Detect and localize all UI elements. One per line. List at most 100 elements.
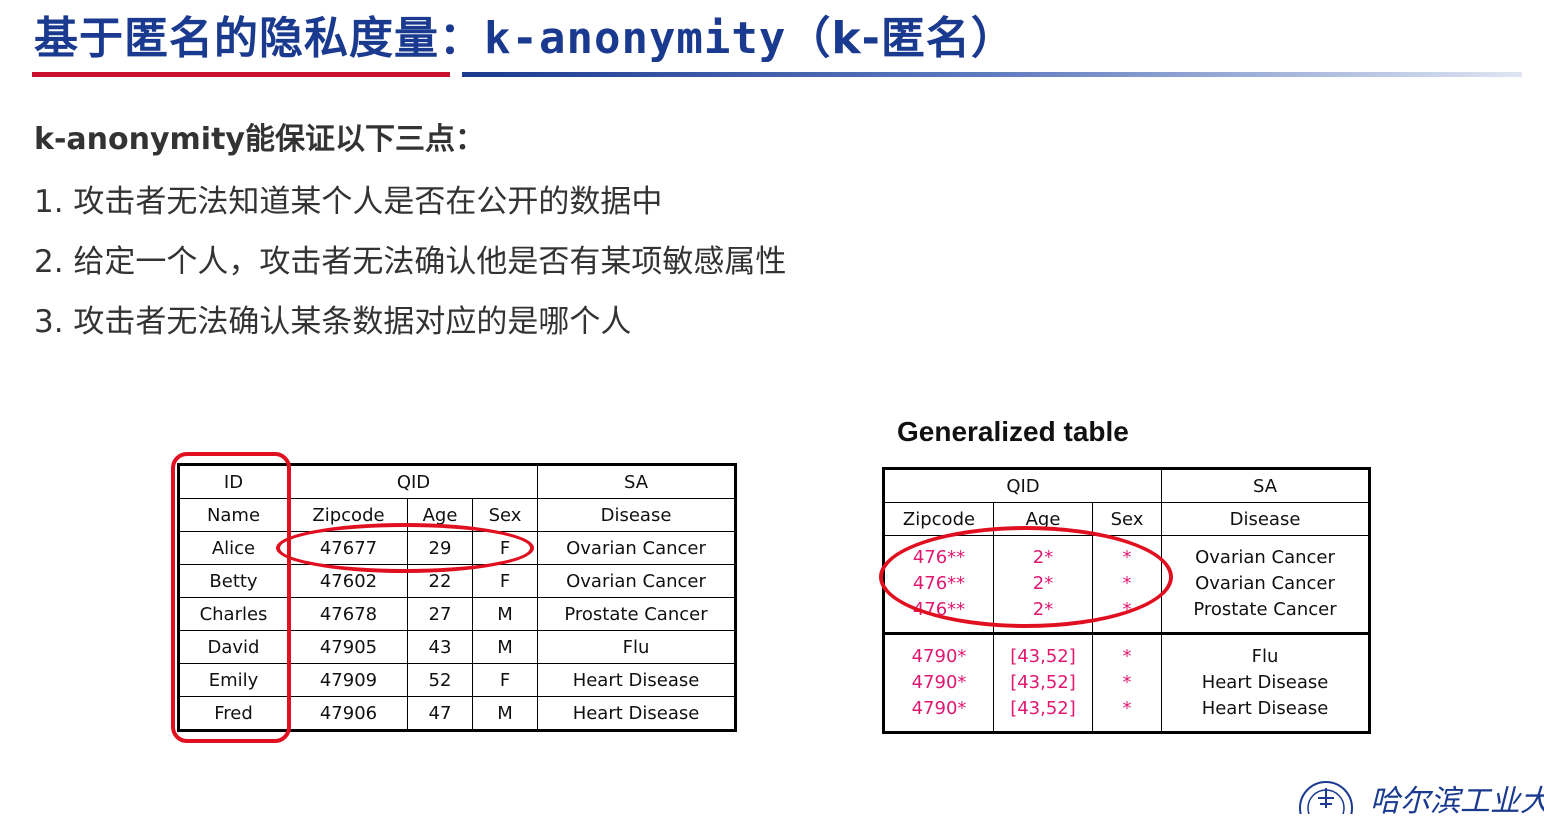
value: Flu <box>1251 646 1279 667</box>
generalized-table-title: Generalized table <box>897 416 1129 447</box>
cell-zipcode: 47602 <box>287 564 408 598</box>
cell-age: [43,52] [43,52] [43,52] <box>993 632 1093 734</box>
value: * <box>1122 573 1132 594</box>
university-name: 哈尔滨工业大学 <box>1370 784 1544 819</box>
value: [43,52] <box>1010 646 1076 667</box>
value: Heart Disease <box>1201 698 1329 719</box>
header-cell: Age <box>407 498 473 532</box>
university-seal-icon <box>1299 781 1353 814</box>
value: 476** <box>912 547 966 568</box>
cell-sex: F <box>472 531 538 565</box>
cell-sex: * * * <box>1092 632 1162 734</box>
value: 4790* <box>911 672 967 693</box>
header-cell: ID <box>177 463 289 499</box>
point-2: 2. 给定一个人，攻击者无法确认他是否有某项敏感属性 <box>34 244 787 280</box>
table-row: Emily 47909 52 F Heart Disease <box>177 663 737 697</box>
value: Prostate Cancer <box>1193 599 1337 620</box>
value: * <box>1122 547 1132 568</box>
title-underline-red <box>32 72 450 77</box>
title-underline-blue <box>462 72 1522 77</box>
title-mono: k-anonymity <box>484 13 787 64</box>
table-row: Alice 47677 29 F Ovarian Cancer <box>177 531 737 565</box>
cell-age: 2* 2* 2* <box>993 535 1093 634</box>
header-cell: Sex <box>1092 502 1162 536</box>
table-row-group: 4790* 4790* 4790* [43,52] [43,52] [43,52… <box>882 632 1371 734</box>
table-header-row: ID QID SA <box>177 463 737 499</box>
page-title: 基于匿名的隐私度量：k-anonymity（k-匿名） <box>34 2 1016 66</box>
cell-disease: Heart Disease <box>537 663 737 697</box>
cell-name: Alice <box>177 531 289 565</box>
header-cell: QID <box>882 467 1162 503</box>
table-row: Charles 47678 27 M Prostate Cancer <box>177 597 737 631</box>
cell-disease: Flu <box>537 630 737 664</box>
cell-sex: M <box>472 696 538 732</box>
cell-name: Charles <box>177 597 289 631</box>
cell-zipcode: 476** 476** 476** <box>882 535 994 634</box>
cell-zipcode: 47909 <box>287 663 408 697</box>
cell-sex: * * * <box>1092 535 1162 634</box>
cell-sex: F <box>472 663 538 697</box>
header-cell: Disease <box>537 498 737 532</box>
table-row: Betty 47602 22 F Ovarian Cancer <box>177 564 737 598</box>
header-cell: Sex <box>472 498 538 532</box>
cell-sex: M <box>472 630 538 664</box>
title-tail: （k-匿名） <box>786 13 1016 64</box>
cell-zipcode: 47906 <box>287 696 408 732</box>
value: 4790* <box>911 646 967 667</box>
original-table: ID QID SA Name Zipcode Age Sex Disease A… <box>177 463 737 732</box>
cell-name: Betty <box>177 564 289 598</box>
value: 2* <box>1032 547 1054 568</box>
value: [43,52] <box>1010 672 1076 693</box>
cell-name: Emily <box>177 663 289 697</box>
value: Ovarian Cancer <box>1195 547 1335 568</box>
cell-age: 22 <box>407 564 473 598</box>
cell-disease: Ovarian Cancer <box>537 531 737 565</box>
cell-age: 29 <box>407 531 473 565</box>
title-cn: 基于匿名的隐私度量： <box>34 13 484 64</box>
header-cell: Disease <box>1161 502 1371 536</box>
header-cell: Zipcode <box>287 498 408 532</box>
cell-zipcode: 4790* 4790* 4790* <box>882 632 994 734</box>
table-row: Fred 47906 47 M Heart Disease <box>177 696 737 732</box>
header-cell: Zipcode <box>882 502 994 536</box>
table-header-row: QID SA <box>882 467 1371 503</box>
cell-age: 27 <box>407 597 473 631</box>
cell-age: 43 <box>407 630 473 664</box>
table-subheader-row: Name Zipcode Age Sex Disease <box>177 498 737 532</box>
value: * <box>1122 646 1132 667</box>
value: * <box>1122 672 1132 693</box>
value: 476** <box>912 599 966 620</box>
value: [43,52] <box>1010 698 1076 719</box>
cell-name: David <box>177 630 289 664</box>
cell-zipcode: 47677 <box>287 531 408 565</box>
cell-zipcode: 47678 <box>287 597 408 631</box>
point-1: 1. 攻击者无法知道某个人是否在公开的数据中 <box>34 184 663 220</box>
cell-sex: M <box>472 597 538 631</box>
cell-sex: F <box>472 564 538 598</box>
value: Heart Disease <box>1201 672 1329 693</box>
cell-name: Fred <box>177 696 289 732</box>
value: 2* <box>1032 573 1054 594</box>
header-cell: SA <box>1161 467 1371 503</box>
table-subheader-row: Zipcode Age Sex Disease <box>882 502 1371 536</box>
point-3: 3. 攻击者无法确认某条数据对应的是哪个人 <box>34 304 632 340</box>
cell-age: 47 <box>407 696 473 732</box>
header-cell: QID <box>287 463 538 499</box>
cell-age: 52 <box>407 663 473 697</box>
table-row: David 47905 43 M Flu <box>177 630 737 664</box>
value: Ovarian Cancer <box>1195 573 1335 594</box>
value: * <box>1122 599 1132 620</box>
header-cell: Age <box>993 502 1093 536</box>
cell-disease: Heart Disease <box>537 696 737 732</box>
header-cell: SA <box>537 463 737 499</box>
value: 4790* <box>911 698 967 719</box>
cell-disease: Ovarian Cancer Ovarian Cancer Prostate C… <box>1161 535 1371 634</box>
cell-disease: Prostate Cancer <box>537 597 737 631</box>
value: 2* <box>1032 599 1054 620</box>
generalized-table: QID SA Zipcode Age Sex Disease 476** 476… <box>882 467 1371 734</box>
cell-disease: Ovarian Cancer <box>537 564 737 598</box>
table-row-group: 476** 476** 476** 2* 2* 2* * * * Ovarian… <box>882 535 1371 634</box>
cell-disease: Flu Heart Disease Heart Disease <box>1161 632 1371 734</box>
intro-text: k-anonymity能保证以下三点： <box>34 122 485 157</box>
value: * <box>1122 698 1132 719</box>
